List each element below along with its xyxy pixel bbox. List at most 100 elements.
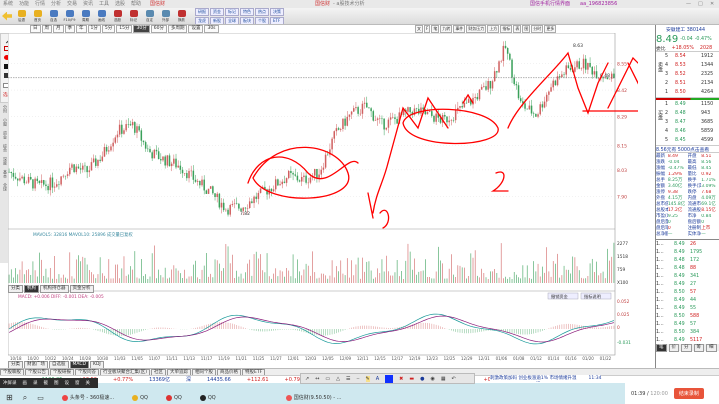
triangle-tool-icon[interactable]: △ (336, 376, 340, 382)
left-tab[interactable]: 基本 (0, 170, 8, 178)
dash-tool-icon[interactable]: ┄ (356, 376, 359, 382)
toolbar-button[interactable]: 标记 (127, 9, 140, 23)
left-tab[interactable]: 资金 (0, 131, 8, 139)
left-tab[interactable]: 深度 (0, 157, 8, 165)
chart-tool-button[interactable]: 指标 (500, 25, 513, 33)
period-button[interactable]: 1分 (87, 25, 101, 33)
toolbar-button[interactable]: 画线 (95, 9, 108, 23)
chart-tool-button[interactable]: 笔 (431, 25, 440, 33)
toolbar-text-button[interactable]: 个股 (255, 16, 269, 24)
chart-tool-button[interactable]: 表 (513, 25, 522, 33)
chart-tool-button[interactable]: 更多 (544, 25, 557, 33)
taskbar-item[interactable]: QQ (132, 394, 148, 401)
tab[interactable]: 机构 (24, 285, 39, 293)
stamp-tool-icon[interactable]: ▬ (409, 376, 414, 382)
toolbar-text-button[interactable]: 板块 (240, 16, 254, 24)
stop-recording-button[interactable]: 结束录制 (673, 388, 704, 399)
toolbar-button[interactable]: 自选 (47, 9, 60, 23)
recorder-tool[interactable]: 录 (33, 380, 38, 386)
menu-item[interactable]: 交易 (67, 1, 77, 7)
chart-tool-button[interactable]: 分时 (531, 25, 544, 33)
record-icon[interactable]: ● (420, 376, 424, 382)
recorder-tool[interactable]: 截 (44, 380, 49, 386)
left-tab[interactable]: 全球 (0, 183, 8, 191)
toolbar-text-button[interactable]: 新股 (210, 16, 224, 24)
view-tab[interactable]: 分 (681, 343, 692, 352)
view-tab[interactable]: 价 (668, 343, 679, 352)
left-tab[interactable]: 分时 (0, 105, 8, 113)
tab[interactable]: 机构持仓器 (40, 285, 69, 293)
menu-item[interactable]: 行情 (35, 1, 45, 7)
color-swatch[interactable] (385, 374, 394, 383)
taskbar-item[interactable]: 国信财(9.50.50) - ... (285, 394, 341, 401)
toolbar-text-button[interactable]: 资金 (210, 8, 224, 16)
taskbar-item[interactable]: QQ (165, 394, 182, 401)
menu-item[interactable]: 工具 (99, 1, 109, 7)
toolbar-button[interactable]: 后退 (15, 9, 28, 23)
toolbar-button[interactable]: 首页 (31, 9, 44, 23)
period-button[interactable]: 设置 (188, 25, 204, 33)
recorder-tool[interactable]: 关 (86, 380, 91, 386)
chart-tool-button[interactable]: 事件 (453, 25, 466, 33)
text-tool-icon[interactable]: A (376, 376, 379, 382)
menu-item[interactable]: 系统 (3, 1, 13, 7)
back-icon[interactable] (2, 11, 12, 21)
minimize-button[interactable]: — (686, 1, 691, 7)
tab[interactable]: 分类 (8, 285, 23, 293)
promo-link[interactable]: 8.56元有 5000点击查看 (656, 146, 719, 153)
left-tab[interactable]: 小窗 (0, 118, 8, 126)
recorder-tool[interactable]: 图 (54, 380, 59, 386)
task-view-icon[interactable]: ▭ (37, 394, 44, 402)
menu-item[interactable]: 帮助 (131, 1, 141, 7)
chart-tool-button[interactable]: 图 (522, 25, 531, 33)
chart-tool-button[interactable]: F (424, 25, 431, 33)
toolbar-button[interactable]: 自定 (143, 9, 156, 23)
toolbar-text-button[interactable]: 特色 (240, 8, 254, 16)
toolbar-text-button[interactable]: 标记 (225, 8, 239, 16)
arrow-tool-icon[interactable]: ↗ (305, 376, 309, 382)
mark-tool-icon[interactable]: ✖ (399, 376, 403, 382)
grid-icon[interactable]: ▦ (441, 376, 446, 382)
search-icon[interactable]: ⌕ (23, 393, 27, 403)
chart-tool-button[interactable]: 九转 (440, 25, 453, 33)
chart-tool-button[interactable]: 财务压力 (466, 25, 487, 33)
tab[interactable]: 资金分析 (69, 285, 94, 293)
period-button[interactable]: 15分 (116, 25, 133, 33)
period-button[interactable]: 60分 (150, 25, 167, 33)
windows-start-icon[interactable]: ⊞ (6, 393, 13, 402)
toolbar-text-button[interactable]: 龙虎 (195, 16, 209, 24)
toolbar-text-button[interactable]: 热点 (255, 8, 269, 16)
view-tab[interactable]: 筹 (693, 343, 704, 352)
menu-item[interactable]: 资讯 (83, 1, 93, 7)
eye-icon[interactable]: ◉ (430, 376, 434, 382)
period-button[interactable]: 5分 (101, 25, 116, 33)
highlight-tool-icon[interactable]: ✎ (365, 375, 370, 382)
toolbar-button[interactable]: 外部 (159, 9, 172, 23)
period-button[interactable]: 日 (30, 25, 41, 33)
period-button[interactable]: 多周期 (167, 25, 188, 33)
menu-item[interactable]: 分析 (51, 1, 61, 7)
recorder-tool[interactable]: 画 (23, 380, 28, 386)
toolbar-text-button[interactable]: ETF (270, 16, 284, 24)
list-tool-icon[interactable]: ☰ (346, 376, 350, 382)
interval-select[interactable]: 30s (204, 25, 219, 33)
view-tab[interactable]: 细 (706, 343, 717, 352)
kline-chart[interactable]: 8.558.428.298.158.037.907.828.638.48MAVO… (8, 33, 638, 363)
recorder-tool[interactable]: 设 (65, 380, 70, 386)
menu-item[interactable]: 选股 (115, 1, 125, 7)
toolbar-button[interactable]: 周期 (79, 9, 92, 23)
news-ticker[interactable]: 刺激政策加码 创业板涨逾1% 市场情绪升温 11:34 (490, 375, 602, 381)
menu-item[interactable]: 功能 (19, 1, 29, 7)
toolbar-text-button[interactable]: 研报 (195, 8, 209, 16)
toolbar-text-button[interactable]: 全球 (225, 16, 239, 24)
chart-tool-button[interactable]: 上方 (487, 25, 500, 33)
period-button[interactable]: 30分 (133, 25, 150, 33)
chart-tool-button[interactable]: 叉 (415, 25, 423, 33)
line-tool-icon[interactable]: ↔ (315, 376, 319, 382)
period-button[interactable]: 季 (64, 25, 75, 33)
left-tab[interactable]: 综合 (0, 144, 8, 152)
recorder-tool[interactable]: 窗 (75, 380, 80, 386)
toolbar-text-button[interactable]: 决策 (270, 8, 284, 16)
taskbar-item[interactable]: QQ (199, 394, 216, 401)
close-button[interactable]: ✕ (710, 1, 714, 7)
